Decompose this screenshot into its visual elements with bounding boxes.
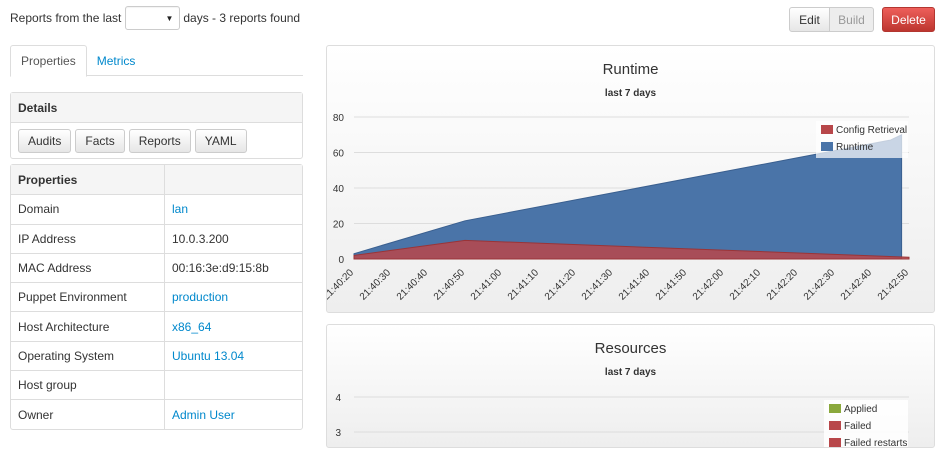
table-row: Puppet Environment production — [11, 282, 302, 312]
property-value: 10.0.3.200 — [164, 223, 302, 253]
property-name: Domain — [11, 194, 164, 223]
x-tick-label: 21:41:20 — [543, 267, 579, 303]
property-name: Host group — [11, 370, 164, 399]
y-tick-label: 40 — [333, 184, 345, 195]
property-name: Owner — [11, 399, 164, 428]
owner-link[interactable]: Admin User — [172, 408, 235, 422]
x-tick-label: 21:40:30 — [358, 267, 394, 303]
properties-header-row: Properties — [11, 165, 302, 195]
y-tick-label: 60 — [333, 149, 345, 160]
legend-swatch — [829, 404, 841, 413]
reports-button[interactable]: Reports — [128, 129, 191, 153]
property-value: 00:16:3e:d9:15:8b — [164, 252, 302, 283]
y-tick-label: 3 — [335, 428, 341, 439]
x-tick-label: 21:42:00 — [691, 267, 727, 303]
y-tick-label: 0 — [338, 255, 344, 266]
runtime-chart-panel: Runtime last 7 days 0 20 40 60 80 21:40:20 21:… — [326, 45, 935, 313]
legend-swatch — [821, 125, 833, 134]
x-tick-label: 21:42:20 — [765, 267, 801, 303]
property-name: Puppet Environment — [11, 282, 164, 311]
tab-properties[interactable]: Properties — [10, 45, 87, 77]
properties-header: Properties — [11, 165, 164, 195]
x-tick-label: 21:42:10 — [728, 267, 764, 303]
legend-swatch — [821, 142, 833, 151]
x-tick-label: 21:42:30 — [802, 267, 838, 303]
chevron-down-icon: ▼ — [165, 13, 174, 23]
tab-metrics[interactable]: Metrics — [87, 45, 146, 76]
host-actions: Edit Build Delete — [789, 7, 935, 32]
domain-link[interactable]: lan — [172, 202, 188, 216]
legend-swatch — [829, 421, 841, 430]
table-row: IP Address 10.0.3.200 — [11, 223, 302, 253]
report-range-bar: Reports from the last ▼ days - 3 reports… — [10, 6, 300, 30]
details-buttons: Audits Facts Reports YAML — [11, 123, 302, 153]
x-tick-label: 21:41:10 — [506, 267, 542, 303]
table-row: MAC Address 00:16:3e:d9:15:8b — [11, 252, 302, 283]
x-tick-label: 21:41:40 — [617, 267, 653, 303]
table-row: Owner Admin User — [11, 399, 302, 429]
x-tick-label: 21:41:00 — [469, 267, 505, 303]
property-name: Host Architecture — [11, 311, 164, 340]
y-tick-label: 20 — [333, 220, 345, 231]
properties-header-blank — [164, 165, 302, 195]
table-row: Operating System Ubuntu 13.04 — [11, 340, 302, 371]
resources-chart-panel: Resources last 7 days 3 4 Applied Failed Fai… — [326, 324, 935, 448]
property-value — [164, 370, 302, 400]
property-name: Operating System — [11, 340, 164, 370]
legend-label: Applied — [844, 404, 877, 415]
y-tick-label: 4 — [335, 393, 341, 404]
facts-button[interactable]: Facts — [75, 129, 125, 153]
operating-system-link[interactable]: Ubuntu 13.04 — [172, 349, 244, 363]
legend-label: Failed — [844, 421, 871, 432]
legend-swatch — [829, 438, 841, 447]
legend-label: Failed restarts — [844, 438, 907, 448]
edit-button[interactable]: Edit — [789, 7, 830, 32]
table-row: Host group — [11, 370, 302, 400]
legend-label: Runtime — [836, 142, 874, 153]
environment-link[interactable]: production — [172, 290, 228, 304]
audits-button[interactable]: Audits — [18, 129, 72, 153]
properties-table: Properties Domain lan IP Address 10.0.3.… — [10, 164, 303, 430]
y-tick-label: 80 — [333, 113, 345, 124]
property-name: IP Address — [11, 223, 164, 253]
host-tabs: Properties Metrics — [10, 45, 303, 77]
x-tick-label: 21:40:20 — [327, 267, 356, 303]
legend-label: Config Retrieval — [836, 125, 907, 136]
architecture-link[interactable]: x86_64 — [172, 320, 211, 334]
x-tick-label: 21:42:50 — [876, 267, 912, 303]
x-tick-label: 21:41:50 — [654, 267, 690, 303]
yaml-button[interactable]: YAML — [194, 129, 247, 153]
x-tick-label: 21:42:40 — [839, 267, 875, 303]
details-title: Details — [11, 93, 302, 123]
table-row: Host Architecture x86_64 — [11, 311, 302, 341]
report-range-suffix: days - 3 reports found — [183, 11, 301, 25]
build-button[interactable]: Build — [830, 7, 874, 32]
runtime-chart: 0 20 40 60 80 21:40:20 21:40:30 21:40:40 21:40:5… — [327, 113, 912, 303]
report-range-prefix: Reports from the last — [10, 11, 122, 25]
days-select[interactable]: ▼ — [125, 6, 181, 30]
x-tick-label: 21:40:50 — [432, 267, 468, 303]
delete-button[interactable]: Delete — [882, 7, 935, 32]
property-name: MAC Address — [11, 252, 164, 282]
x-tick-label: 21:41:30 — [580, 267, 616, 303]
resources-chart: 3 4 Applied Failed Failed restarts — [335, 393, 909, 448]
x-tick-label: 21:40:40 — [395, 267, 431, 303]
table-row: Domain lan — [11, 194, 302, 224]
details-panel: Details Audits Facts Reports YAML — [10, 92, 303, 159]
